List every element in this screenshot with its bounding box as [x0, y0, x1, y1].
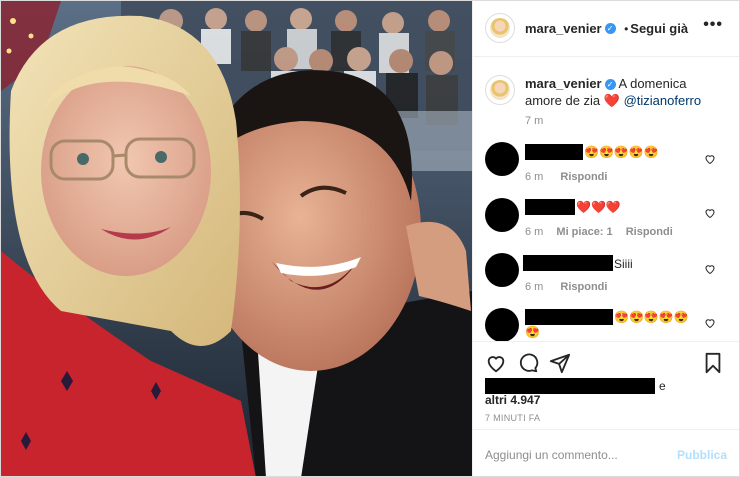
commenter-avatar[interactable] [485, 142, 519, 176]
redacted-username [523, 255, 613, 271]
comment-age[interactable]: 6 m [525, 171, 543, 183]
post-header: mara_venier ✓ • Segui già ••• [473, 1, 739, 57]
comment-age[interactable]: 6 m [525, 226, 543, 238]
likes-count[interactable]: altri 4.947 [485, 393, 540, 407]
action-bar [473, 341, 739, 382]
post-side-panel: mara_venier ✓ • Segui già ••• mara_venier ✓… [472, 1, 739, 476]
comment-text: Siiii [614, 257, 633, 271]
caption-age[interactable]: 7 m [525, 115, 543, 127]
instagram-post-frame: mara_venier ✓ • Segui già ••• mara_venier ✓… [0, 0, 740, 477]
comment-likes[interactable]: Mi piace: 1 [556, 226, 612, 238]
comment-text-continued: 😍 [525, 325, 540, 339]
comment-meta: 6 m Mi piace: 1 Rispondi [525, 226, 673, 238]
save-bookmark-icon[interactable] [703, 352, 723, 374]
redacted-username [525, 144, 583, 160]
publish-button[interactable]: Pubblica [677, 448, 727, 462]
comment-row: 😍😍😍😍😍 😍 [473, 304, 739, 342]
commenter-avatar[interactable] [485, 198, 519, 232]
author-avatar[interactable] [485, 13, 515, 43]
comment-row: Siiii 6 m Rispondi [473, 250, 739, 300]
likes-conjunction: e [659, 379, 666, 393]
add-comment-input[interactable]: Aggiungi un commento... [485, 448, 618, 462]
like-comment-heart-icon[interactable] [704, 207, 716, 219]
author-username[interactable]: mara_venier [525, 21, 602, 36]
post-photo[interactable] [1, 1, 472, 476]
comment-text: 😍😍😍😍😍 [614, 310, 689, 324]
like-comment-heart-icon[interactable] [704, 153, 716, 165]
like-comment-heart-icon[interactable] [704, 317, 716, 329]
reply-button[interactable]: Rispondi [560, 171, 607, 183]
comment-meta: 6 m Rispondi [525, 281, 607, 293]
following-button[interactable]: Segui già [630, 21, 688, 36]
post-timestamp[interactable]: 7 MINUTI FA [485, 413, 540, 423]
redacted-liker-name [485, 378, 655, 394]
more-options-icon[interactable]: ••• [703, 16, 723, 34]
selfie-image [1, 1, 472, 476]
comment-meta: 6 m Rispondi [525, 171, 607, 183]
like-heart-icon[interactable] [485, 352, 507, 374]
commenter-avatar[interactable] [485, 308, 519, 342]
verified-badge-icon: ✓ [604, 23, 616, 35]
share-paper-plane-icon[interactable] [549, 352, 571, 374]
comment-text: 😍😍😍😍😍 [584, 145, 659, 159]
caption-username[interactable]: mara_venier [525, 76, 602, 91]
verified-badge-icon: ✓ [604, 79, 616, 91]
reply-button[interactable]: Rispondi [626, 226, 673, 238]
separator-dot: • [624, 22, 629, 36]
comment-row: ❤️❤️❤️ 6 m Mi piace: 1 Rispondi [473, 194, 739, 244]
like-comment-heart-icon[interactable] [704, 263, 716, 275]
redacted-username [525, 199, 575, 215]
add-comment-bar: Aggiungi un commento... Pubblica [473, 429, 739, 476]
comment-text: ❤️❤️❤️ [576, 200, 621, 214]
caption: mara_venier ✓ A domenica amore de zia ❤️ … [525, 75, 725, 109]
author-row: mara_venier ✓ • Segui già [525, 20, 688, 38]
reply-button[interactable]: Rispondi [560, 281, 607, 293]
redacted-username [525, 309, 613, 325]
comment-bubble-icon[interactable] [517, 352, 539, 374]
caption-mention[interactable]: @tizianoferro [624, 93, 702, 108]
comment-row: 😍😍😍😍😍 6 m Rispondi [473, 138, 739, 188]
commenter-avatar[interactable] [485, 253, 519, 287]
comment-age[interactable]: 6 m [525, 281, 543, 293]
caption-avatar[interactable] [485, 75, 515, 105]
